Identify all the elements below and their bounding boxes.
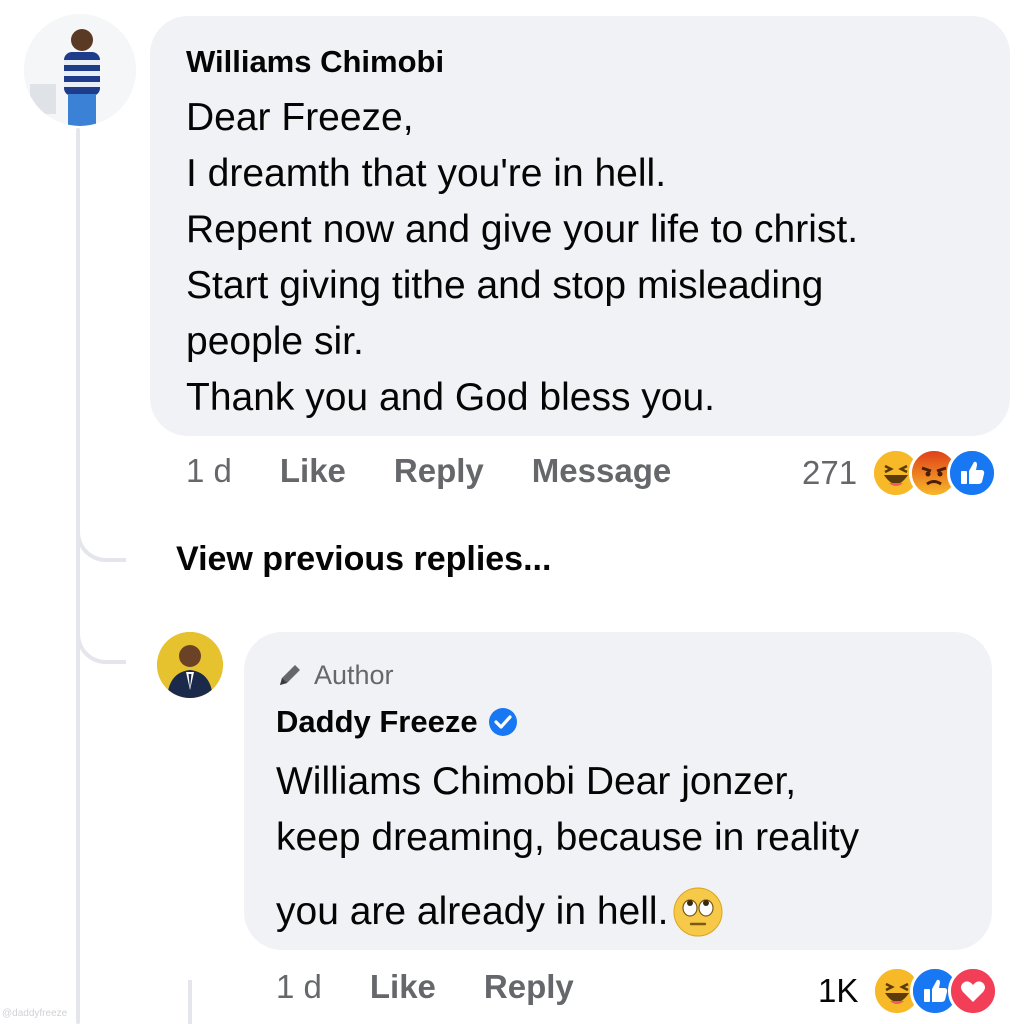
reply-actions: 1 d Like Reply [276, 968, 622, 1006]
comment-line: I dreamth that you're in hell. [186, 152, 667, 195]
avatar[interactable] [24, 14, 136, 126]
verified-badge-icon [488, 708, 517, 736]
reply-button[interactable]: Reply [394, 452, 484, 490]
view-previous-replies-link[interactable]: View previous replies... [176, 540, 551, 579]
reaction-count: 271 [802, 454, 858, 491]
reply-button[interactable]: Reply [484, 968, 574, 1006]
author-badge: Author [276, 658, 960, 692]
reply-timestamp[interactable]: 1 d [276, 968, 322, 1006]
thread-branch [76, 528, 126, 562]
like-button[interactable]: Like [370, 968, 436, 1006]
like-icon [947, 448, 998, 498]
comment-timestamp[interactable]: 1 d [186, 452, 232, 490]
comment-line: Dear Freeze, [186, 96, 414, 139]
comment-author-name[interactable]: Williams Chimobi [186, 42, 974, 82]
reaction-count: 1K [818, 972, 859, 1009]
pencil-icon [280, 665, 300, 685]
reply-line: keep dreaming, because in reality [276, 816, 860, 859]
comment-line: Thank you and God bless you. [186, 376, 715, 419]
reaction-summary[interactable]: 1K [818, 966, 999, 1016]
love-icon [948, 966, 999, 1016]
thread-line [76, 128, 80, 1024]
comment-line: Start giving tithe and stop misleading [186, 264, 824, 307]
comment-line: people sir. [186, 320, 364, 363]
comment-text: Dear Freeze, I dreamth that you're in he… [186, 90, 974, 426]
thread-line [188, 980, 192, 1024]
reply-line: Williams Chimobi Dear jonzer, [276, 760, 797, 803]
reply-author-name[interactable]: Daddy Freeze [276, 702, 478, 742]
comment-line: Repent now and give your life to christ. [186, 208, 859, 251]
comment-thread: Williams Chimobi Dear Freeze, I dreamth … [0, 0, 1024, 1024]
reply-text: Williams Chimobi Dear jonzer, keep dream… [276, 754, 960, 940]
message-button[interactable]: Message [532, 452, 671, 490]
reply-line: you are already in hell. [276, 890, 669, 933]
comment-actions: 1 d Like Reply Message [186, 452, 719, 490]
like-button[interactable]: Like [280, 452, 346, 490]
author-badge-label: Author [314, 660, 394, 690]
avatar[interactable] [157, 632, 223, 698]
reply-bubble: Author Daddy Freeze Williams Chimobi Dea… [244, 632, 992, 950]
watermark: @daddyfreeze [2, 1008, 68, 1019]
reaction-summary[interactable]: 271 [802, 448, 998, 498]
thread-branch [76, 630, 126, 664]
comment-bubble: Williams Chimobi Dear Freeze, I dreamth … [150, 16, 1010, 436]
eye-roll-emoji-icon [673, 887, 723, 937]
